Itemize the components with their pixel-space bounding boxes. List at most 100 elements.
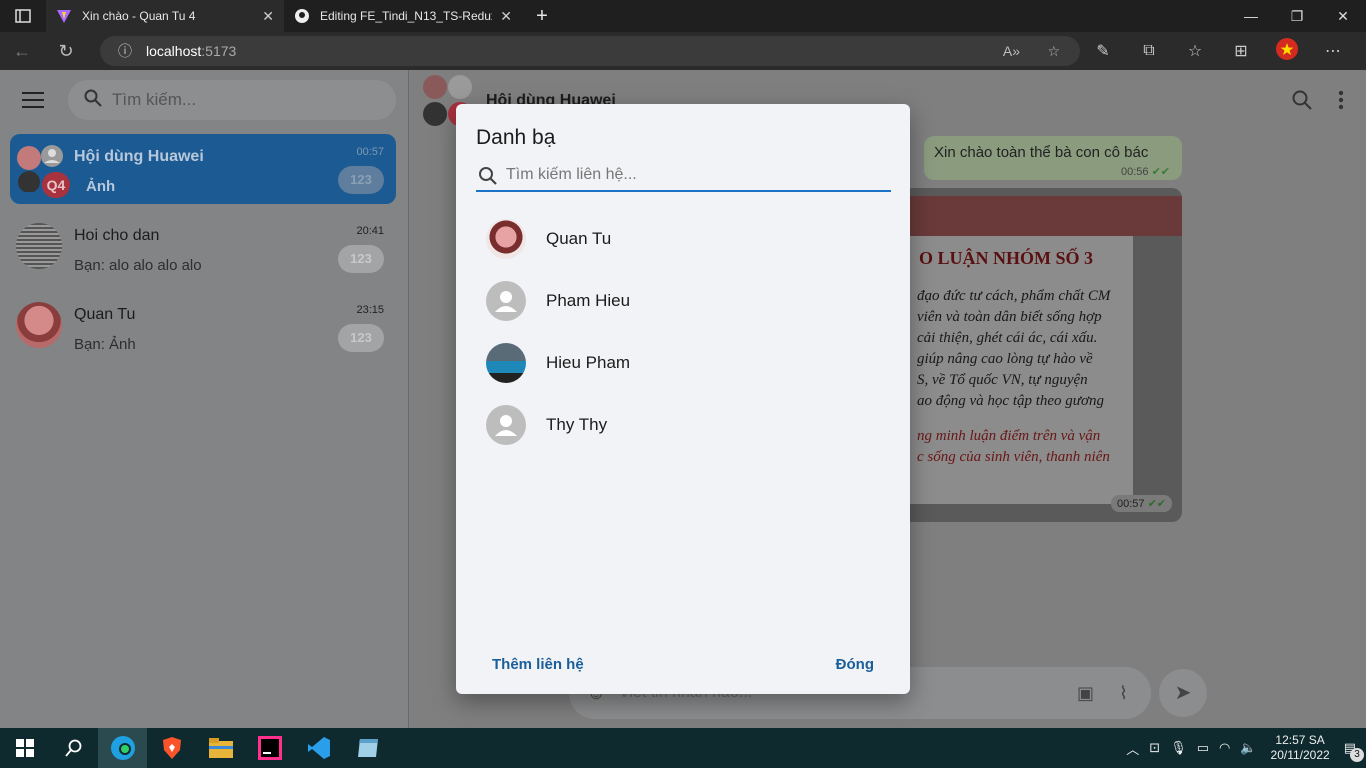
info-icon[interactable]: ⓘ: [118, 41, 132, 61]
notification-icon[interactable]: ▤ 3: [1344, 740, 1364, 762]
menu-icon[interactable]: [22, 92, 44, 108]
profile-avatar[interactable]: [1264, 37, 1310, 65]
contact-item[interactable]: Pham Hieu: [476, 273, 891, 329]
search-button[interactable]: [49, 728, 98, 768]
search-icon: [478, 166, 498, 191]
contact-name: Quan Tu: [546, 229, 612, 248]
contact-avatar: [486, 343, 526, 383]
message-time: 00:56 ✔✔: [1120, 166, 1170, 178]
more-menu-icon[interactable]: ⋯: [1310, 41, 1356, 61]
close-tab-icon[interactable]: ✕: [262, 8, 274, 25]
close-tab-icon[interactable]: ✕: [500, 8, 512, 25]
back-icon[interactable]: ←: [0, 41, 44, 62]
taskbar-app[interactable]: [343, 728, 392, 768]
chat-time: 20:41: [356, 225, 384, 237]
paperclip-icon[interactable]: ⌇: [1119, 667, 1128, 719]
add-contact-button[interactable]: Thêm liên hệ: [492, 656, 584, 673]
chat-last-message: Bạn: Ảnh: [74, 336, 136, 353]
chevron-up-icon[interactable]: ︿: [1126, 739, 1139, 758]
refresh-icon[interactable]: ↻: [44, 41, 88, 62]
volume-icon[interactable]: 🔈: [1240, 740, 1256, 756]
extension-pen-icon[interactable]: ✎: [1080, 41, 1126, 61]
wifi-icon[interactable]: ◠: [1219, 740, 1230, 756]
collections-icon[interactable]: ⊞: [1218, 41, 1264, 61]
chat-item-quan-tu[interactable]: Quan Tu Bạn: Ảnh 23:15 123: [10, 292, 396, 362]
notepad-app-icon: [357, 739, 378, 757]
contact-avatar: [486, 219, 526, 259]
sidebar: Tìm kiếm... Q4 Hội dùng Huawei Ảnh 00:57…: [0, 70, 409, 728]
person-icon: [486, 405, 526, 445]
microphone-icon[interactable]: 🎙: [1170, 740, 1187, 756]
dialog-title: Danh bạ: [476, 126, 556, 149]
favorites-icon[interactable]: ☆: [1172, 41, 1218, 61]
windows-logo-icon: [15, 739, 34, 757]
contact-name: Pham Hieu: [546, 291, 631, 310]
clock-date: 20/11/2022: [1270, 748, 1330, 762]
new-tab-button[interactable]: +: [522, 0, 562, 32]
clock[interactable]: 12:57 SA 20/11/2022: [1271, 733, 1330, 763]
more-options-icon[interactable]: [1338, 90, 1344, 116]
contact-item[interactable]: Thy Thy: [476, 397, 891, 453]
taskbar-file-explorer[interactable]: [196, 728, 245, 768]
system-tray: ︿ ⊡ 🎙 ▭ ◠ 🔈 12:57 SA 20/11/2022 ▤ 3: [1126, 728, 1364, 768]
close-dialog-button[interactable]: Đóng: [836, 656, 874, 673]
sidebar-search[interactable]: Tìm kiếm...: [68, 80, 396, 120]
vite-icon: [56, 8, 72, 24]
contact-item[interactable]: Quan Tu: [476, 211, 891, 267]
tab-actions-icon: [15, 9, 31, 23]
edge-icon: [110, 736, 135, 760]
url-bar[interactable]: ⓘ localhost:5173 A» ☆: [100, 36, 1080, 66]
slide-line: giúp nâng cao lòng tự hào về: [917, 351, 1093, 367]
extensions-icon[interactable]: ⧉: [1126, 42, 1172, 60]
meet-now-icon[interactable]: ⊡: [1149, 740, 1160, 756]
chat-time: 23:15: [356, 304, 384, 316]
sidebar-header: Tìm kiếm...: [0, 70, 408, 130]
taskbar-vscode[interactable]: [294, 728, 343, 768]
clock-time: 12:57 SA: [1275, 733, 1325, 747]
message-bubble-image[interactable]: O LUẬN NHÓM SỐ 3 đạo đức tư cách, phẩm c…: [903, 188, 1182, 522]
chat-name: Hoi cho dan: [74, 227, 160, 244]
send-icon: ➤: [1174, 682, 1192, 704]
search-icon: [84, 89, 102, 112]
intellij-icon: [257, 736, 282, 760]
chat-name: Quan Tu: [74, 306, 136, 323]
taskbar-brave[interactable]: [147, 728, 196, 768]
chat-avatar: [16, 223, 62, 269]
minimize-icon[interactable]: —: [1228, 0, 1274, 32]
contact-search-input[interactable]: [506, 162, 886, 188]
contacts-dialog: Danh bạ Quan Tu Pham Hieu Hieu Pham Thy …: [456, 104, 910, 694]
read-check-icon: ✔✔: [1151, 166, 1170, 178]
contact-search-field[interactable]: [476, 160, 891, 192]
chat-last-message: Bạn: alo alo alo alo: [74, 257, 202, 274]
slide-line: c sống của sinh viên, thanh niên: [917, 449, 1110, 465]
restore-icon[interactable]: ❐: [1274, 0, 1320, 32]
url-host: localhost: [146, 43, 202, 59]
chat-time: 00:57: [356, 146, 384, 158]
message-text: Xin chào toàn thể bà con cô bác: [934, 144, 1149, 161]
group-member-badge: Q4: [42, 172, 70, 198]
person-icon: [486, 281, 526, 321]
slide-line: đạo đức tư cách, phẩm chất CM: [917, 288, 1111, 304]
send-button[interactable]: ➤: [1159, 669, 1207, 717]
close-window-icon[interactable]: ✕: [1320, 0, 1366, 32]
favorite-star-icon[interactable]: ☆: [1047, 43, 1060, 60]
taskbar-edge[interactable]: [98, 728, 147, 768]
browser-tab-active[interactable]: Xin chào - Quan Tu 4 ✕: [46, 0, 284, 32]
battery-icon[interactable]: ▭: [1197, 740, 1209, 756]
notification-count: 3: [1350, 748, 1364, 762]
tab-actions-button[interactable]: [0, 0, 46, 32]
contact-item[interactable]: Hieu Pham: [476, 335, 891, 391]
read-aloud-icon[interactable]: A»: [1003, 43, 1020, 59]
search-icon[interactable]: [1292, 90, 1312, 116]
image-attach-icon[interactable]: ▣: [1077, 667, 1094, 719]
url-port: :5173: [201, 43, 237, 59]
chat-item-hoi-dung-huawei[interactable]: Q4 Hội dùng Huawei Ảnh 00:57 123: [10, 134, 396, 204]
contact-name: Thy Thy: [546, 415, 608, 434]
vscode-icon: [307, 737, 330, 759]
chat-name: Hội dùng Huawei: [74, 148, 204, 165]
taskbar-intellij[interactable]: [245, 728, 294, 768]
start-button[interactable]: [0, 728, 49, 768]
browser-tab-inactive[interactable]: Editing FE_Tindi_N13_TS-Redux/ ✕: [284, 0, 522, 32]
chat-item-hoi-cho-dan[interactable]: Hoi cho dan Bạn: alo alo alo alo 20:41 1…: [10, 213, 396, 283]
chat-avatar: [16, 302, 62, 348]
